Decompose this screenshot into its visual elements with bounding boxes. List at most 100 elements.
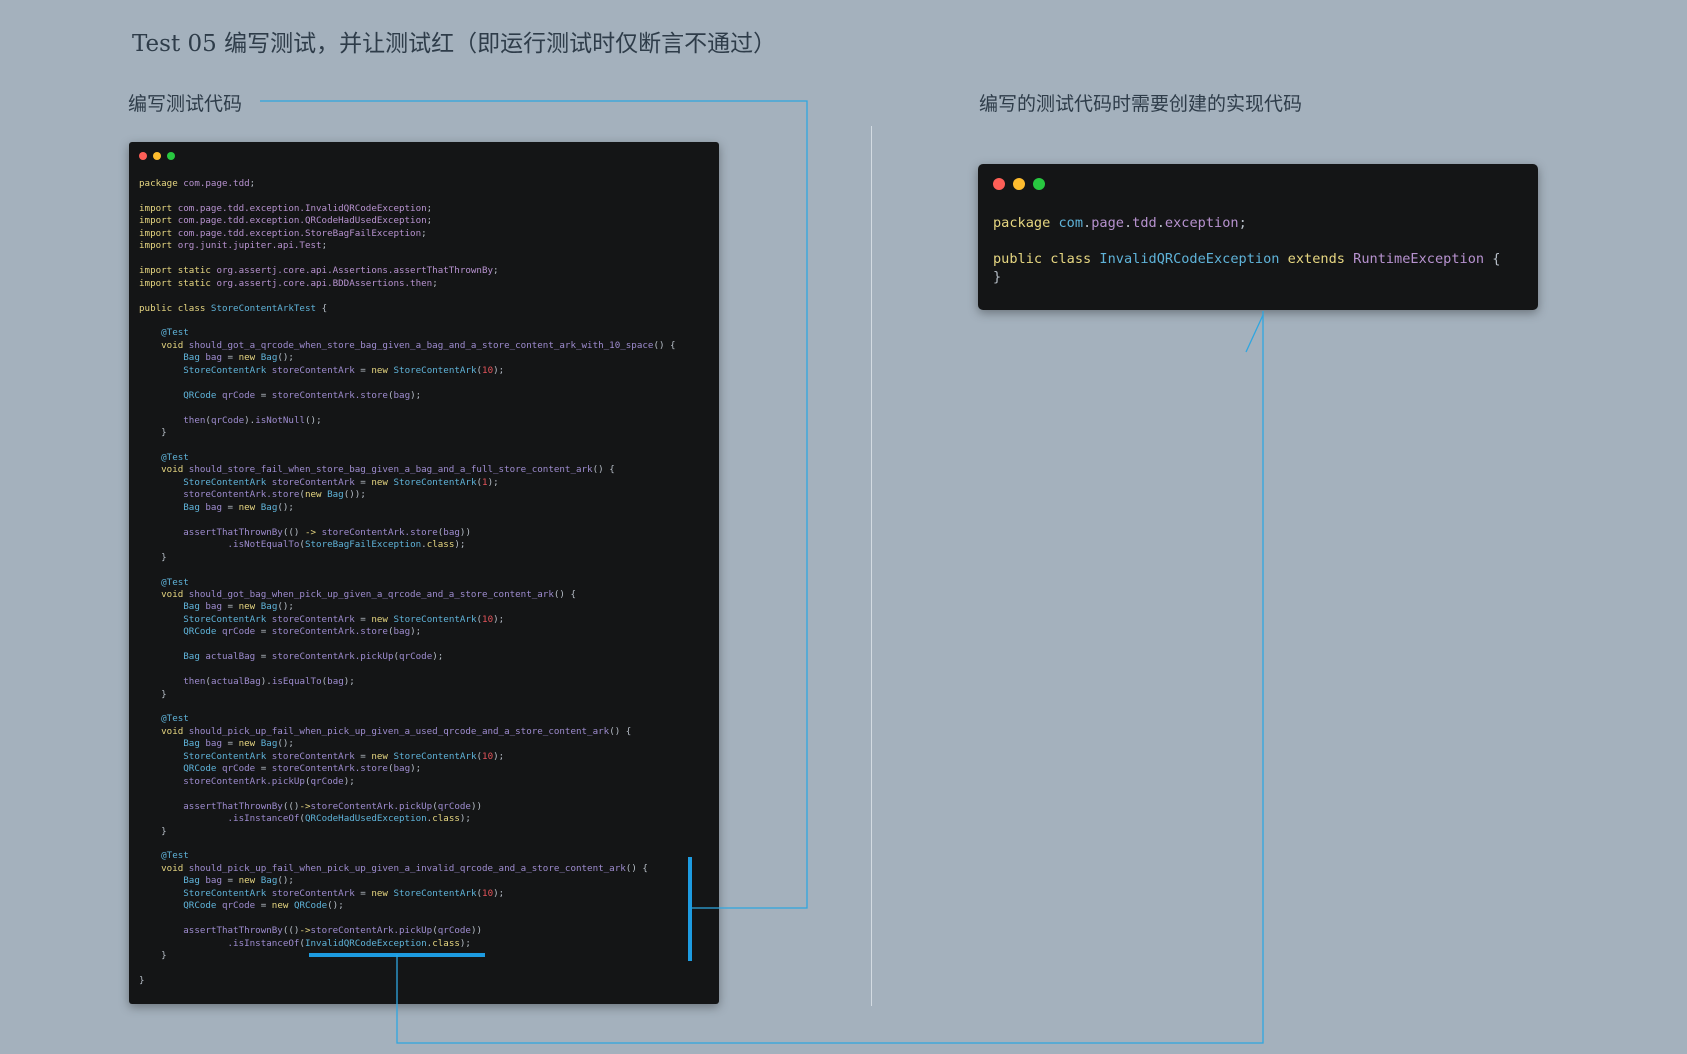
code-token: );: [410, 626, 422, 638]
code-token: 10: [482, 364, 494, 376]
code-token: );: [343, 676, 355, 688]
code-token: then: [139, 414, 206, 426]
code-token: ());: [343, 489, 366, 501]
code-line: QRCode qrCode = storeContentArk.store(ba…: [139, 390, 676, 402]
code-token: should_got_bag_when_pick_up_given_a_qrco…: [188, 588, 554, 600]
code-token: should_store_fail_when_store_bag_given_a…: [188, 464, 593, 476]
implementation-code-window: package com.page.tdd.exception; public c…: [978, 164, 1538, 310]
code-token: com.page.tdd.exception.StoreBagFailExcep…: [172, 227, 422, 239]
code-token: ();: [277, 875, 294, 887]
code-token: )): [470, 925, 483, 937]
code-token: qrCode: [437, 925, 471, 937]
code-token: QRCodeHadUsedException: [304, 813, 427, 825]
code-line: storeContentArk.store(new Bag());: [139, 489, 676, 501]
code-token: qrCode: [399, 651, 433, 663]
code-token: () {: [553, 588, 577, 600]
code-line: then(actualBag).isEqualTo(bag);: [139, 676, 676, 688]
code-token: );: [459, 937, 471, 949]
code-token: .isInstanceOf: [139, 937, 300, 949]
code-token: qrCode: [216, 626, 256, 638]
code-token: void: [139, 339, 189, 351]
close-dot-icon: [139, 152, 147, 160]
code-token: void: [139, 588, 189, 600]
code-token: InvalidQRCodeException: [304, 937, 427, 949]
code-token: ;: [426, 202, 433, 214]
code-line: Bag bag = new Bag();: [139, 738, 676, 750]
code-token: StoreContentArk: [139, 750, 267, 762]
code-token: StoreContentArk: [393, 364, 477, 376]
code-token: new: [238, 738, 261, 750]
code-token: import: [139, 202, 173, 214]
code-token: new: [271, 900, 294, 912]
code-token: =: [222, 738, 239, 750]
code-token: Bag: [139, 501, 200, 513]
code-token: .: [1083, 215, 1092, 231]
code-token: Bag: [260, 352, 278, 364]
code-line: QRCode qrCode = new QRCode();: [139, 900, 676, 912]
code-line: import com.page.tdd.exception.StoreBagFa…: [139, 228, 676, 240]
code-token: =: [222, 875, 239, 887]
code-line: package com.page.tdd;: [139, 178, 676, 190]
code-token: new: [371, 750, 394, 762]
code-token: );: [493, 364, 505, 376]
code-token: QRCode: [139, 900, 217, 912]
code-token: storeContentArk: [266, 613, 355, 625]
code-token: );: [487, 476, 499, 488]
code-token: ;: [1238, 215, 1247, 231]
code-token: ((): [282, 800, 300, 812]
code-token: new: [371, 887, 394, 899]
code-token: assertThatThrownBy: [139, 526, 283, 538]
code-line: Bag bag = new Bag();: [139, 875, 676, 887]
code-token: StoreContentArk: [393, 887, 477, 899]
code-token: @Test: [139, 327, 189, 339]
code-token: isNotNull: [255, 414, 306, 426]
code-token: ((): [282, 925, 300, 937]
code-line: assertThatThrownBy(() -> storeContentArk…: [139, 527, 676, 539]
code-token: StoreContentArk: [393, 750, 477, 762]
code-token: storeContentArk: [266, 887, 355, 899]
code-token: () {: [653, 339, 676, 351]
code-line: }: [139, 689, 676, 701]
code-token: void: [139, 862, 189, 874]
code-token: ;: [421, 227, 427, 239]
code-token: StoreContentArk: [139, 887, 267, 899]
code-token: bag: [199, 601, 222, 613]
code-token: =: [222, 601, 239, 613]
code-token: storeContentArk.store: [271, 763, 388, 775]
code-line: import com.page.tdd.exception.QRCodeHadU…: [139, 215, 676, 227]
code-token: bag: [393, 389, 411, 401]
code-token: new: [238, 601, 261, 613]
code-token: qrCode: [437, 800, 471, 812]
code-token: StoreContentArk: [393, 613, 477, 625]
code-token: com: [1050, 215, 1084, 231]
code-token: QRCode: [139, 626, 217, 638]
implementation-code-label: 编写的测试代码时需要创建的实现代码: [979, 93, 1303, 115]
code-token: isEqualTo: [271, 676, 322, 688]
code-line: @Test: [139, 327, 676, 339]
code-line: Bag bag = new Bag();: [139, 601, 676, 613]
code-token: }: [139, 825, 167, 837]
code-token: storeContentArk: [266, 750, 355, 762]
code-token: ;: [321, 240, 328, 252]
code-line: Bag actualBag = storeContentArk.pickUp(q…: [139, 651, 676, 663]
code-token: tdd: [1132, 215, 1157, 231]
code-token: 10: [482, 887, 494, 899]
code-token: public class: [139, 302, 211, 314]
code-line: }: [139, 950, 676, 962]
code-token: qrCode: [216, 763, 256, 775]
code-token: Bag: [260, 601, 278, 613]
code-line: import static org.assertj.core.api.BDDAs…: [139, 278, 676, 290]
code-token: () {: [592, 464, 615, 476]
code-token: .isNotEqualTo: [139, 539, 300, 551]
code-token: =: [255, 651, 272, 663]
code-line: QRCode qrCode = storeContentArk.store(ba…: [139, 763, 676, 775]
code-token: assertThatThrownBy: [139, 925, 283, 937]
code-token: package: [139, 178, 178, 189]
code-token: Bag: [139, 651, 200, 663]
window-controls: [993, 178, 1045, 190]
code-token: bag: [393, 626, 411, 638]
code-token: ->: [299, 925, 311, 937]
